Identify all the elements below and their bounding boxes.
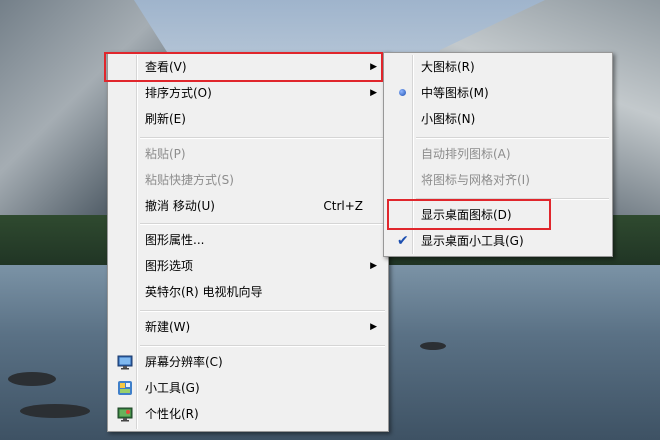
menu-item-personalize[interactable]: 个性化(R) [111, 403, 385, 425]
radio-selected-icon [399, 89, 406, 96]
menu-item-label: 自动排列图标(A) [421, 147, 511, 161]
menu-item-label: 英特尔(R) 电视机向导 [145, 285, 263, 299]
menu-item-undo-move[interactable]: 撤消 移动(U) Ctrl+Z [111, 195, 385, 217]
menu-item-label: 刷新(E) [145, 112, 186, 126]
menu-separator [140, 137, 385, 139]
personalize-icon [117, 406, 133, 422]
wallpaper-rock [20, 404, 90, 418]
highlight-box-show-desktop-icons [387, 199, 551, 230]
menu-item-label: 粘贴快捷方式(S) [145, 173, 234, 187]
menu-item-refresh[interactable]: 刷新(E) [111, 108, 385, 130]
menu-item-label: 个性化(R) [145, 407, 199, 421]
menu-item-label: 粘贴(P) [145, 147, 186, 161]
submenu-arrow-icon: ▶ [370, 261, 377, 271]
menu-item-label: 图形选项 [145, 259, 194, 273]
menu-item-label: 显示桌面小工具(G) [421, 234, 524, 248]
monitor-icon [117, 354, 133, 370]
menu-item-label: 新建(W) [145, 320, 191, 334]
menu-separator [140, 223, 385, 225]
menu-item-large-icons[interactable]: 大图标(R) [387, 56, 609, 78]
menu-item-show-desktop-gadgets[interactable]: ✔ 显示桌面小工具(G) [387, 230, 609, 252]
menu-item-new[interactable]: 新建(W) ▶ [111, 316, 385, 338]
menu-item-screen-resolution[interactable]: 屏幕分辨率(C) [111, 351, 385, 373]
menu-item-intel-tv-wizard[interactable]: 英特尔(R) 电视机向导 [111, 281, 385, 303]
gadgets-icon [117, 380, 133, 396]
menu-item-label: 图形属性... [145, 233, 205, 247]
desktop-context-menu: 查看(V) ▶ 排序方式(O) ▶ 刷新(E) 粘贴(P) 粘贴快捷方式(S) … [107, 52, 389, 432]
menu-item-medium-icons[interactable]: 中等图标(M) [387, 82, 609, 104]
menu-item-sort-by[interactable]: 排序方式(O) ▶ [111, 82, 385, 104]
submenu-arrow-icon: ▶ [370, 322, 377, 332]
menu-item-graphics-options[interactable]: 图形选项 ▶ [111, 255, 385, 277]
menu-item-paste: 粘贴(P) [111, 143, 385, 165]
menu-item-label: 中等图标(M) [421, 86, 489, 100]
menu-separator [140, 345, 385, 347]
menu-separator [416, 137, 609, 139]
menu-item-paste-shortcut: 粘贴快捷方式(S) [111, 169, 385, 191]
menu-separator [140, 310, 385, 312]
wallpaper-rock [8, 372, 56, 386]
menu-item-label: 小工具(G) [145, 381, 200, 395]
menu-item-shortcut: Ctrl+Z [323, 199, 363, 213]
menu-item-label: 排序方式(O) [145, 86, 212, 100]
menu-item-label: 将图标与网格对齐(I) [421, 173, 530, 187]
menu-item-label: 屏幕分辨率(C) [145, 355, 223, 369]
menu-item-label: 撤消 移动(U) [145, 199, 215, 213]
menu-item-graphics-properties[interactable]: 图形属性... [111, 229, 385, 251]
submenu-arrow-icon: ▶ [370, 88, 377, 98]
checkmark-icon: ✔ [397, 233, 409, 249]
highlight-box-view [104, 52, 383, 82]
menu-item-label: 大图标(R) [421, 60, 475, 74]
menu-item-label: 小图标(N) [421, 112, 476, 126]
menu-item-align-to-grid: 将图标与网格对齐(I) [387, 169, 609, 191]
wallpaper-rock [420, 342, 446, 350]
menu-item-auto-arrange: 自动排列图标(A) [387, 143, 609, 165]
menu-item-gadgets[interactable]: 小工具(G) [111, 377, 385, 399]
menu-item-small-icons[interactable]: 小图标(N) [387, 108, 609, 130]
